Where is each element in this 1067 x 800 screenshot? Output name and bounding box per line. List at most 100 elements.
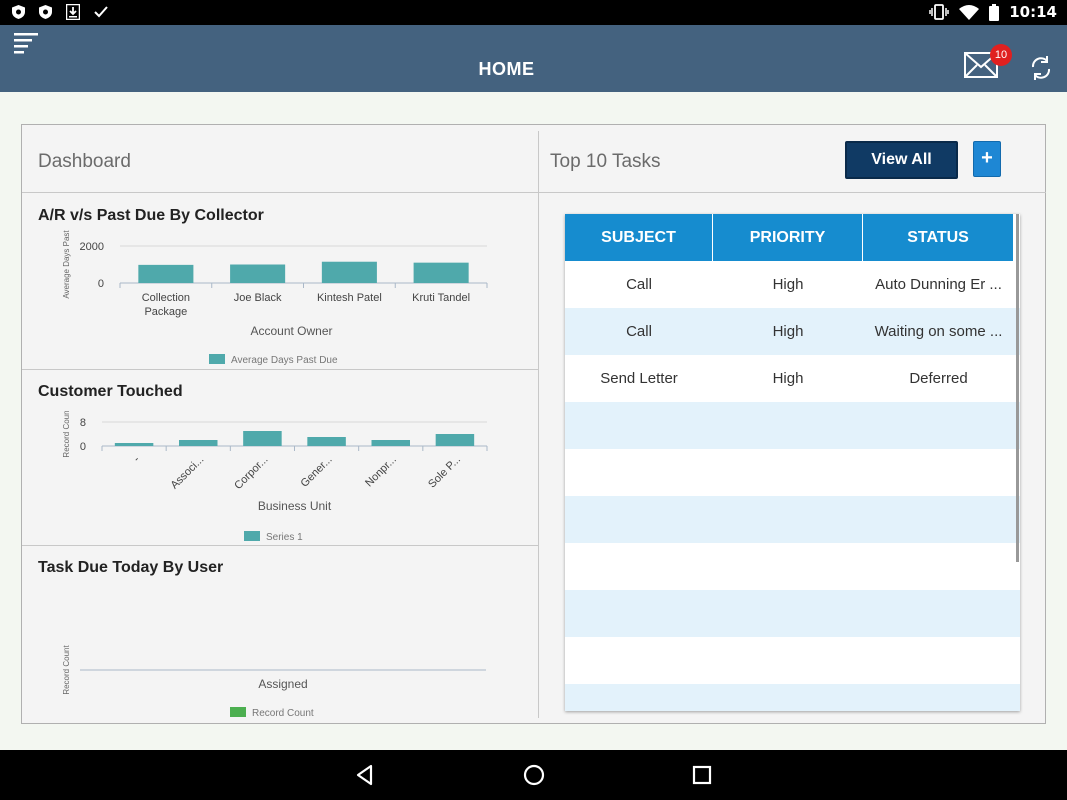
x-tick-label: Package bbox=[144, 306, 187, 318]
legend-label: Average Days Past Due bbox=[231, 355, 338, 366]
cell-subject: Call bbox=[626, 323, 652, 340]
vibrate-icon bbox=[929, 4, 949, 20]
view-all-button[interactable]: View All bbox=[845, 141, 958, 179]
bar bbox=[138, 264, 194, 283]
system-icons: 10:14 bbox=[929, 3, 1057, 21]
bar bbox=[413, 262, 469, 283]
shield-icon bbox=[39, 5, 52, 19]
cell-subject: Call bbox=[626, 276, 652, 293]
x-tick-label: Kruti Tandel bbox=[412, 292, 470, 304]
cell-subject bbox=[565, 684, 713, 711]
x-tick-label: Collection bbox=[142, 292, 190, 304]
x-tick-label: Sole P... bbox=[426, 454, 463, 491]
cell-status bbox=[863, 496, 1014, 543]
main-panel: Dashboard Top 10 Tasks View All + A/R v/… bbox=[21, 124, 1046, 724]
tasks-title: Top 10 Tasks bbox=[550, 151, 661, 172]
column-header-subject[interactable]: SUBJECT bbox=[565, 214, 713, 261]
y-tick-label: 2000 bbox=[80, 241, 104, 253]
cell-subject bbox=[565, 496, 713, 543]
x-tick-label: Corpor... bbox=[232, 454, 270, 492]
status-bar: 10:14 bbox=[0, 0, 1067, 25]
y-tick-label: 8 bbox=[80, 417, 86, 429]
table-row[interactable] bbox=[565, 637, 1020, 684]
clock: 10:14 bbox=[1009, 3, 1057, 21]
table-row[interactable] bbox=[565, 449, 1020, 496]
cell-priority bbox=[713, 684, 863, 711]
legend-swatch bbox=[244, 531, 260, 541]
x-axis-label: Assigned bbox=[258, 677, 307, 691]
bar bbox=[321, 261, 377, 283]
table-row[interactable]: Call High Auto Dunning Er ... bbox=[565, 261, 1020, 308]
cell-subject bbox=[565, 590, 713, 637]
x-tick-label: Gener... bbox=[299, 454, 335, 490]
cell-priority: High bbox=[772, 276, 804, 293]
cell-priority: High bbox=[772, 323, 804, 340]
x-axis-label: Business Unit bbox=[258, 499, 332, 513]
wifi-icon bbox=[959, 5, 980, 20]
dashboard-header: Dashboard bbox=[22, 125, 538, 193]
dashboard-title: Dashboard bbox=[38, 151, 131, 172]
bar bbox=[114, 443, 154, 446]
bar bbox=[179, 440, 218, 446]
chart-task-due-today: Task Due Today By User Record Count Assig… bbox=[22, 546, 538, 724]
table-row[interactable]: Send Letter High Deferred bbox=[565, 355, 1020, 402]
battery-icon bbox=[989, 3, 1000, 21]
page-title: HOME bbox=[478, 59, 535, 79]
cell-status bbox=[863, 449, 1014, 496]
y-axis-label: Record Count bbox=[62, 645, 71, 695]
cell-priority bbox=[713, 496, 863, 543]
cell-status bbox=[863, 402, 1014, 449]
table-row[interactable] bbox=[565, 543, 1020, 590]
cell-subject bbox=[565, 402, 713, 449]
cell-status bbox=[863, 590, 1014, 637]
y-axis-label: Record Coun bbox=[62, 410, 71, 457]
home-icon[interactable] bbox=[522, 763, 546, 787]
table-header: SUBJECT PRIORITY STATUS bbox=[565, 214, 1014, 261]
table-row[interactable]: Call High Waiting on some ... bbox=[565, 308, 1020, 355]
navigation-bar bbox=[0, 750, 1067, 800]
recents-icon[interactable] bbox=[690, 763, 714, 787]
x-tick-label: Associ... bbox=[168, 454, 206, 492]
bar bbox=[307, 437, 346, 446]
chart-customer-touched: Customer Touched 8 0 Record Coun - Associ...… bbox=[22, 370, 538, 546]
y-tick-label: 0 bbox=[80, 441, 86, 453]
sync-icon[interactable] bbox=[1029, 55, 1053, 81]
cell-priority bbox=[713, 402, 863, 449]
cell-status: Auto Dunning Er ... bbox=[875, 276, 1002, 293]
menu-icon[interactable] bbox=[14, 32, 40, 56]
panel-divider bbox=[538, 131, 539, 718]
add-task-button[interactable]: + bbox=[973, 141, 1001, 177]
cell-priority bbox=[713, 590, 863, 637]
bar bbox=[243, 431, 282, 446]
cell-status bbox=[863, 684, 1014, 711]
x-tick-label: Kintesh Patel bbox=[317, 292, 382, 304]
table-row[interactable] bbox=[565, 684, 1020, 711]
check-icon bbox=[94, 6, 108, 18]
notification-icons bbox=[12, 4, 108, 20]
mail-badge: 10 bbox=[990, 44, 1012, 66]
table-row[interactable] bbox=[565, 402, 1020, 449]
legend-label: Series 1 bbox=[266, 532, 303, 543]
table-row[interactable] bbox=[565, 590, 1020, 637]
cell-subject bbox=[565, 637, 713, 684]
back-icon[interactable] bbox=[353, 763, 377, 787]
tasks-table: SUBJECT PRIORITY STATUS Call High Auto Dun… bbox=[565, 214, 1020, 711]
chart-task-due-today-plot: Record Count Assigned Record Count bbox=[62, 645, 486, 719]
bar bbox=[230, 264, 286, 283]
x-axis-label: Account Owner bbox=[250, 324, 332, 338]
cell-status bbox=[863, 637, 1014, 684]
table-row[interactable] bbox=[565, 496, 1020, 543]
column-header-status[interactable]: STATUS bbox=[863, 214, 1014, 261]
x-tick-label: Nonpr... bbox=[363, 454, 399, 490]
y-axis-label: Average Days Past bbox=[62, 230, 71, 299]
chart-ar-past-due-plot: 2000 0 Average Days Past Collection Package J… bbox=[62, 230, 488, 366]
cell-status bbox=[863, 543, 1014, 590]
legend-label: Record Count bbox=[252, 708, 314, 719]
x-tick-label: Joe Black bbox=[234, 292, 282, 304]
cell-status: Waiting on some ... bbox=[874, 323, 1003, 340]
column-header-priority[interactable]: PRIORITY bbox=[713, 214, 863, 261]
x-tick-label: - bbox=[131, 453, 142, 464]
cell-subject bbox=[565, 543, 713, 590]
cell-subject: Send Letter bbox=[600, 370, 678, 387]
table-scrollbar[interactable] bbox=[1016, 214, 1019, 562]
